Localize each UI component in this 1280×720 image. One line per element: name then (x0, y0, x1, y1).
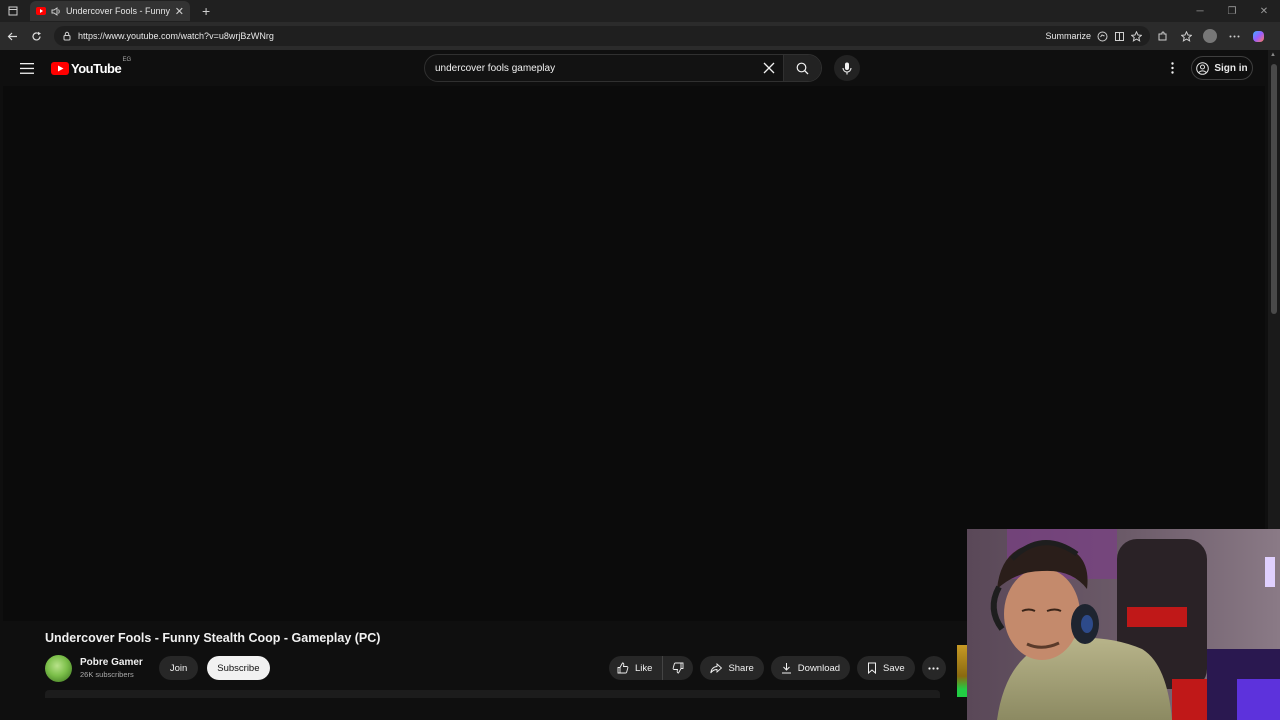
youtube-wordmark: YouTube (71, 60, 122, 76)
search-input[interactable] (425, 62, 755, 74)
reader-view-icon[interactable] (1114, 31, 1125, 42)
tab-actions-icon[interactable] (0, 0, 26, 22)
scrollbar-thumb[interactable] (1271, 64, 1277, 314)
account-icon (1196, 61, 1210, 75)
toolbar-icons (1150, 22, 1270, 50)
url-field[interactable]: https://www.youtube.com/watch?v=u8wrjBzW… (54, 26, 1150, 46)
minimize-icon[interactable]: ─ (1184, 0, 1216, 22)
like-button[interactable]: Like (609, 656, 664, 680)
thumbs-up-icon (617, 662, 629, 674)
guide-menu-icon[interactable] (15, 50, 39, 86)
join-button[interactable]: Join (158, 656, 199, 680)
video-actions: Like Share Download Save (609, 656, 946, 680)
summarize-button[interactable]: Summarize (1045, 31, 1091, 41)
more-actions-button[interactable] (921, 656, 946, 680)
extensions-icon[interactable] (1150, 22, 1174, 50)
back-icon[interactable] (0, 22, 24, 50)
thumbs-down-icon (673, 662, 684, 674)
gameplay-thumbnail-edge (957, 645, 967, 697)
subscriber-count: 26K subscribers (80, 670, 134, 679)
reload-icon[interactable] (24, 22, 48, 50)
save-label: Save (883, 662, 905, 674)
voice-search-button[interactable] (834, 55, 860, 81)
window-controls: ─ ❐ ✕ (1184, 0, 1280, 22)
share-label: Share (728, 662, 754, 674)
close-window-icon[interactable]: ✕ (1248, 0, 1280, 22)
search-icon (796, 62, 809, 74)
download-label: Download (797, 662, 841, 674)
dislike-button[interactable] (663, 656, 693, 680)
new-tab-icon[interactable]: + (202, 3, 210, 19)
microphone-icon (842, 62, 852, 74)
favorite-star-icon[interactable] (1131, 30, 1142, 42)
webcam-overlay (967, 529, 1280, 720)
site-info-icon[interactable] (62, 31, 72, 41)
tab-title: Undercover Fools - Funny St (66, 6, 170, 16)
channel-row: Pobre Gamer 26K subscribers Join Subscri… (45, 654, 270, 682)
youtube-favicon-icon (36, 7, 46, 15)
browser-tab-bar: Undercover Fools - Funny St ✕ + ─ ❐ ✕ (0, 0, 1280, 22)
youtube-header: YouTube EG Sign in (0, 50, 1268, 86)
youtube-play-icon (51, 61, 69, 75)
video-title: Undercover Fools - Funny Stealth Coop - … (45, 631, 381, 645)
tab-close-icon[interactable]: ✕ (175, 5, 184, 18)
channel-name[interactable]: Pobre Gamer (80, 657, 143, 668)
like-dislike-group: Like (609, 656, 694, 680)
copilot-summarize-icon[interactable] (1097, 31, 1108, 42)
save-button[interactable]: Save (857, 656, 915, 680)
profile-avatar-icon[interactable] (1198, 22, 1222, 50)
share-icon (710, 662, 723, 673)
search-button[interactable] (783, 55, 821, 81)
more-horizontal-icon (928, 666, 939, 670)
speaker-icon[interactable] (51, 6, 61, 16)
search-box (424, 54, 822, 82)
sign-in-button[interactable]: Sign in (1191, 56, 1253, 80)
streamer-webcam-image (967, 529, 1280, 720)
restore-icon[interactable]: ❐ (1216, 0, 1248, 22)
download-icon (781, 663, 791, 674)
bookmark-icon (868, 662, 877, 674)
channel-avatar[interactable] (45, 654, 72, 682)
download-button[interactable]: Download (770, 656, 851, 680)
scroll-up-icon[interactable]: ▲ (1270, 52, 1276, 58)
clear-search-icon[interactable] (755, 55, 783, 81)
favorites-icon[interactable] (1174, 22, 1198, 50)
like-label: Like (635, 662, 653, 674)
description-box-edge[interactable] (45, 690, 940, 698)
settings-more-icon[interactable] (1162, 56, 1182, 80)
channel-info: Pobre Gamer 26K subscribers (80, 657, 143, 679)
browser-menu-icon[interactable] (1222, 22, 1246, 50)
copilot-icon[interactable] (1246, 22, 1270, 50)
region-code: EG (122, 56, 132, 63)
browser-address-bar: https://www.youtube.com/watch?v=u8wrjBzW… (0, 22, 1280, 50)
browser-tab[interactable]: Undercover Fools - Funny St ✕ (30, 1, 190, 21)
youtube-logo[interactable]: YouTube EG (51, 57, 131, 76)
subscribe-button[interactable]: Subscribe (207, 656, 270, 680)
share-button[interactable]: Share (700, 656, 764, 680)
url-text: https://www.youtube.com/watch?v=u8wrjBzW… (78, 31, 274, 41)
sign-in-label: Sign in (1214, 62, 1248, 74)
